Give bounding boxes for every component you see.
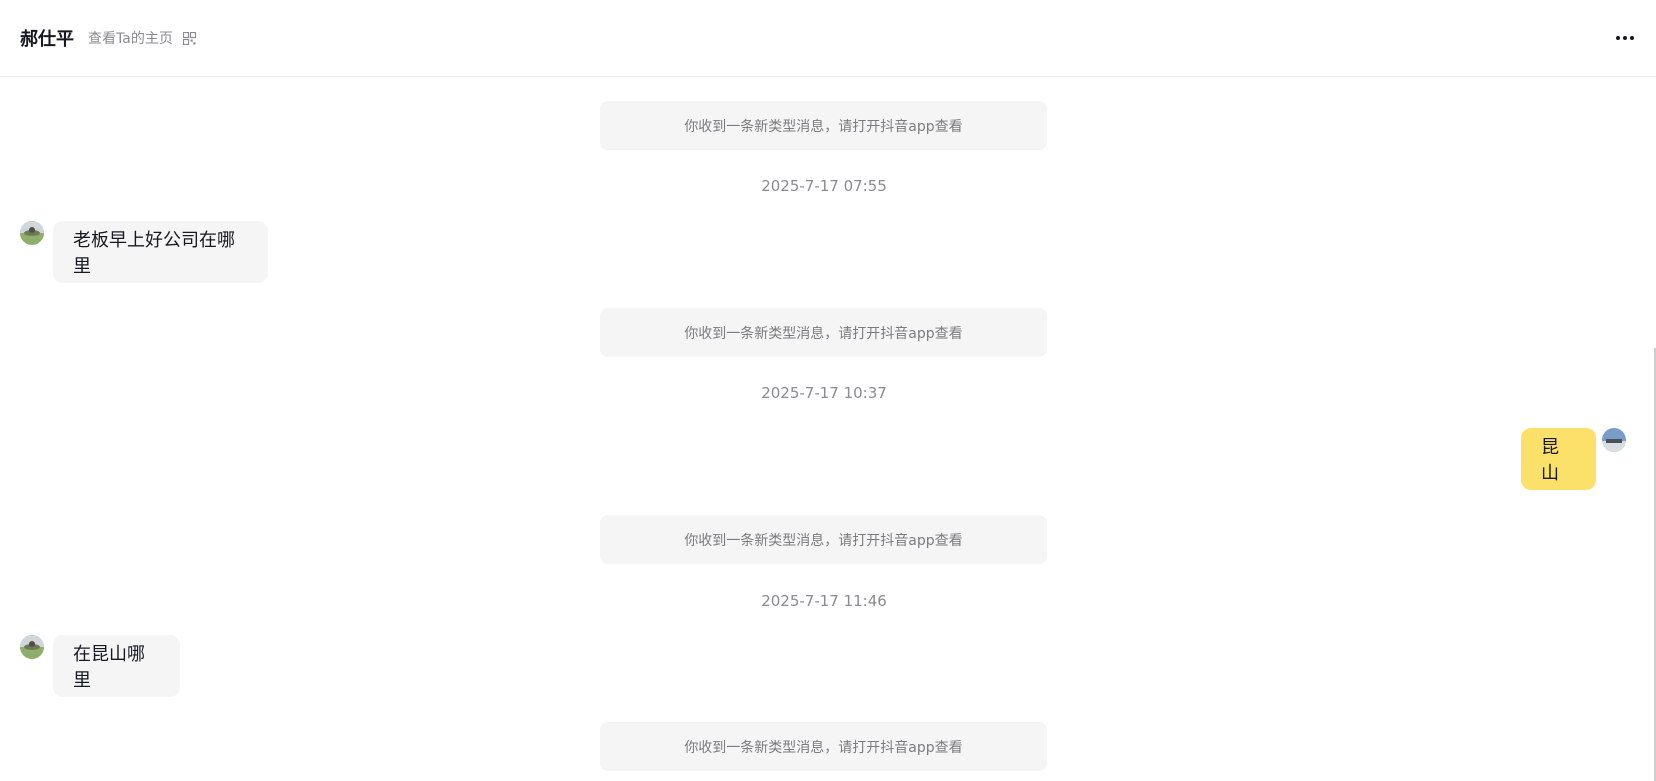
incoming-message-text: 在昆山哪里 <box>73 644 145 691</box>
view-profile-link[interactable]: 查看Ta的主页 <box>88 28 196 48</box>
incoming-message-text: 老板早上好公司在哪里 <box>73 230 235 277</box>
more-dot <box>1623 36 1627 40</box>
view-profile-label: 查看Ta的主页 <box>88 31 173 47</box>
incoming-message[interactable]: 老板早上好公司在哪里 <box>53 221 268 283</box>
system-notice-text: 你收到一条新类型消息，请打开抖音app查看 <box>684 325 963 342</box>
message-timestamp: 2025-7-17 11:46 <box>761 592 887 610</box>
chat-header: 郝仕平 查看Ta的主页 <box>0 0 1656 77</box>
more-options-icon[interactable] <box>1616 30 1634 46</box>
system-notice: 你收到一条新类型消息，请打开抖音app查看 <box>600 101 1047 150</box>
system-notice: 你收到一条新类型消息，请打开抖音app查看 <box>600 515 1047 564</box>
outgoing-message-text: 昆山 <box>1541 437 1559 484</box>
incoming-message[interactable]: 在昆山哪里 <box>53 635 180 697</box>
contact-name: 郝仕平 <box>20 29 74 50</box>
system-notice-text: 你收到一条新类型消息，请打开抖音app查看 <box>684 532 963 549</box>
contact-avatar[interactable] <box>20 221 44 245</box>
more-dot <box>1616 36 1620 40</box>
chat-window: 郝仕平 查看Ta的主页 你收到一条新类型消息，请打开抖音app查看 2025-7… <box>0 0 1656 781</box>
system-notice-text: 你收到一条新类型消息，请打开抖音app查看 <box>684 739 963 756</box>
more-dot <box>1630 36 1634 40</box>
qr-code-icon[interactable] <box>182 31 196 45</box>
message-list[interactable]: 你收到一条新类型消息，请打开抖音app查看 2025-7-17 07:55 老板… <box>0 78 1656 781</box>
system-notice-text: 你收到一条新类型消息，请打开抖音app查看 <box>684 118 963 135</box>
message-timestamp: 2025-7-17 07:55 <box>761 177 887 195</box>
system-notice: 你收到一条新类型消息，请打开抖音app查看 <box>600 308 1047 357</box>
message-timestamp: 2025-7-17 10:37 <box>761 384 887 402</box>
contact-avatar[interactable] <box>20 635 44 659</box>
system-notice: 你收到一条新类型消息，请打开抖音app查看 <box>600 722 1047 771</box>
my-avatar[interactable] <box>1602 428 1626 452</box>
outgoing-message[interactable]: 昆山 <box>1521 428 1596 490</box>
